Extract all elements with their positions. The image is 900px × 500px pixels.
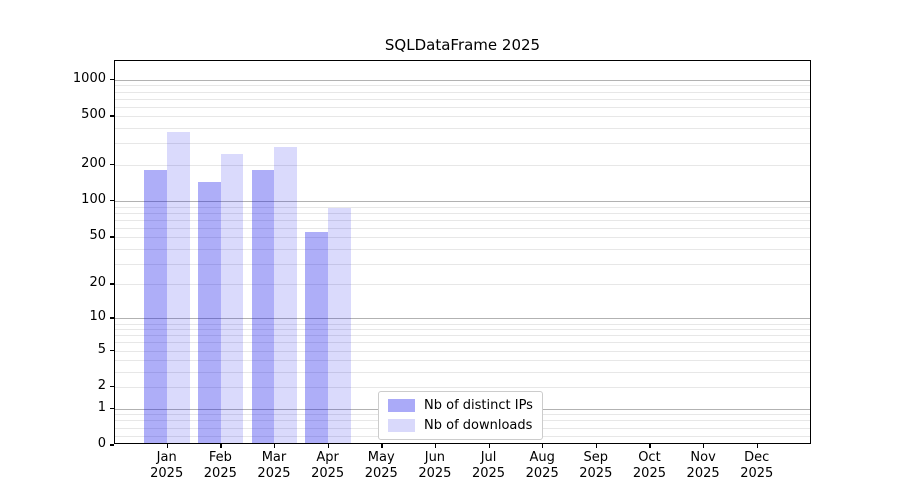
x-tick-mark-jan <box>167 444 168 448</box>
minor-gridline-200 <box>115 165 810 166</box>
minor-gridline-500 <box>115 116 810 117</box>
major-gridline-1000 <box>115 80 810 81</box>
legend-swatch-distinct-ips <box>388 399 415 412</box>
y-tick-label-200: 200 <box>36 156 106 172</box>
y-tick-mark-5 <box>110 350 114 351</box>
legend-entry-downloads: Nb of downloads <box>388 417 533 434</box>
minor-gridline-400 <box>115 128 810 129</box>
plot-area <box>114 60 811 444</box>
y-tick-mark-500 <box>110 115 114 116</box>
x-tick-mark-may <box>381 444 382 448</box>
bar-apr-downloads <box>328 208 351 443</box>
x-tick-mark-dec <box>757 444 758 448</box>
y-tick-label-1: 1 <box>36 400 106 416</box>
y-tick-mark-50 <box>110 236 114 237</box>
bar-mar-downloads <box>274 147 297 443</box>
figure: SQLDataFrame 2025 0 1 2 5 10 20 50 100 200 500 100… <box>0 0 900 500</box>
minor-gridline-900 <box>115 85 810 86</box>
legend-label-downloads: Nb of downloads <box>424 418 532 433</box>
bar-jan-distinct-ips <box>144 170 167 443</box>
y-tick-label-0: 0 <box>36 436 106 452</box>
y-tick-mark-2 <box>110 386 114 387</box>
y-tick-mark-10 <box>110 317 114 318</box>
legend-label-distinct-ips: Nb of distinct IPs <box>424 398 533 413</box>
x-tick-mark-aug <box>542 444 543 448</box>
chart-title: SQLDataFrame 2025 <box>114 36 811 54</box>
y-tick-label-10: 10 <box>36 309 106 325</box>
y-tick-label-100: 100 <box>36 192 106 208</box>
bar-feb-downloads <box>221 154 244 443</box>
y-tick-label-2: 2 <box>36 378 106 394</box>
x-tick-mark-mar <box>274 444 275 448</box>
minor-gridline-300 <box>115 143 810 144</box>
y-tick-label-50: 50 <box>36 228 106 244</box>
legend: Nb of distinct IPs Nb of downloads <box>378 391 543 440</box>
minor-gridline-700 <box>115 99 810 100</box>
x-tick-mark-apr <box>328 444 329 448</box>
y-tick-mark-200 <box>110 164 114 165</box>
y-tick-label-500: 500 <box>36 107 106 123</box>
bar-jan-downloads <box>167 132 190 443</box>
y-tick-mark-0 <box>110 444 114 445</box>
legend-entry-distinct-ips: Nb of distinct IPs <box>388 397 533 414</box>
y-tick-label-1000: 1000 <box>36 71 106 87</box>
x-tick-mark-feb <box>220 444 221 448</box>
bar-apr-distinct-ips <box>305 232 328 443</box>
minor-gridline-600 <box>115 107 810 108</box>
x-tick-label-dec: Dec 2025 <box>725 450 789 481</box>
x-tick-mark-jul <box>489 444 490 448</box>
x-tick-mark-nov <box>703 444 704 448</box>
y-tick-label-5: 5 <box>36 342 106 358</box>
bar-mar-distinct-ips <box>252 170 275 443</box>
minor-gridline-800 <box>115 92 810 93</box>
x-tick-mark-sep <box>596 444 597 448</box>
y-tick-mark-1 <box>110 408 114 409</box>
y-tick-mark-100 <box>110 200 114 201</box>
legend-swatch-downloads <box>388 419 415 432</box>
bar-feb-distinct-ips <box>198 182 221 443</box>
y-tick-label-20: 20 <box>36 275 106 291</box>
x-tick-mark-oct <box>649 444 650 448</box>
y-tick-mark-20 <box>110 283 114 284</box>
y-tick-mark-1000 <box>110 79 114 80</box>
x-tick-mark-jun <box>435 444 436 448</box>
